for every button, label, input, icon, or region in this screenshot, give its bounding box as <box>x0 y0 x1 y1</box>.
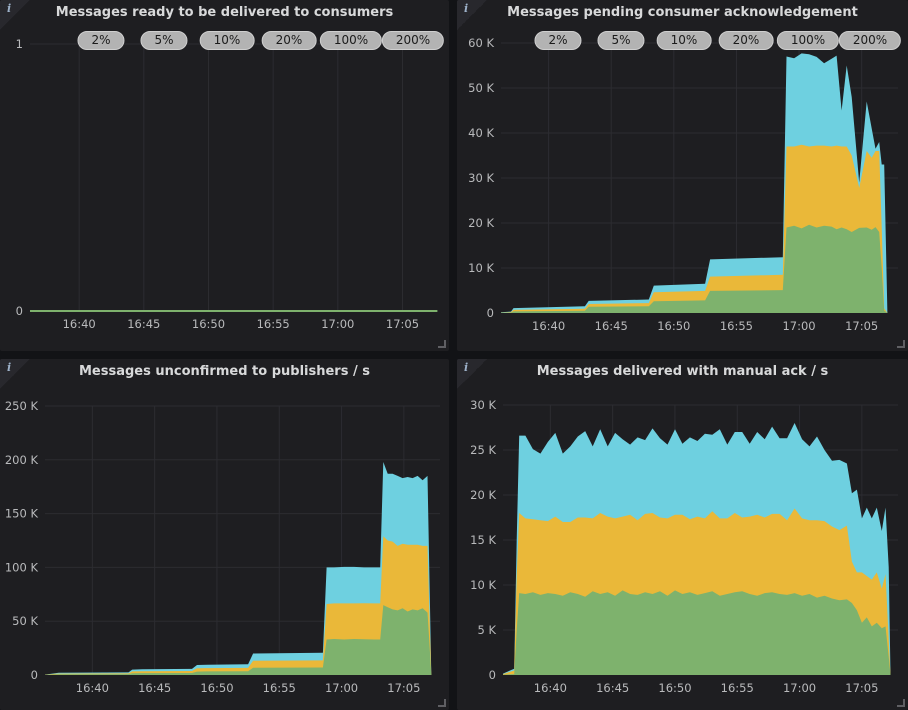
x-tick-label: 17:00 <box>782 319 815 333</box>
annotation-badge-200%[interactable]: 200% <box>382 31 444 50</box>
x-tick-label: 16:50 <box>192 317 225 331</box>
y-tick-label: 0 <box>16 304 23 318</box>
x-tick-label: 16:55 <box>257 317 290 331</box>
panel-resize-handle[interactable] <box>897 699 905 707</box>
annotation-badge-20%[interactable]: 20% <box>262 31 317 50</box>
panel-title[interactable]: Messages pending consumer acknowledgemen… <box>457 5 908 20</box>
x-tick-label: 17:00 <box>321 317 354 331</box>
panel-title[interactable]: Messages ready to be delivered to consum… <box>0 5 449 20</box>
info-icon: i <box>7 361 11 374</box>
y-tick-label: 10 K <box>470 578 496 592</box>
chart-pending-ack[interactable]: 16:40 16:45 16:50 16:55 17:00 17:05 0 10 K 20 K 3… <box>457 0 908 351</box>
annotation-badge-2%[interactable]: 2% <box>77 31 124 50</box>
annotation-badge-100%[interactable]: 100% <box>777 31 839 50</box>
annotation-badge-2%[interactable]: 2% <box>534 31 581 50</box>
panel-pending-ack: i Messages pending consumer acknowledgem… <box>457 0 908 351</box>
x-tick-label: 17:05 <box>845 319 878 333</box>
y-tick-label: 250 K <box>5 399 39 413</box>
annotation-badge-5%[interactable]: 5% <box>597 31 644 50</box>
info-icon: i <box>464 2 468 15</box>
x-tick-label: 17:05 <box>386 317 419 331</box>
panel-title[interactable]: Messages delivered with manual ack / s <box>457 364 908 379</box>
x-tick-label: 17:05 <box>845 681 878 695</box>
annotation-badges: 2% 5% 10% 20%100%200% <box>457 31 908 51</box>
y-tick-label: 100 K <box>5 560 39 574</box>
grafana-dashboard: i Messages ready to be delivered to cons… <box>0 0 908 710</box>
chart-unconfirmed-publishers[interactable]: 16:40 16:45 16:50 16:55 17:00 17:05 0 50 K 100 K… <box>0 359 449 710</box>
x-tick-label: 16:40 <box>63 317 96 331</box>
x-tick-label: 16:50 <box>658 681 691 695</box>
annotation-badge-10%[interactable]: 10% <box>657 31 712 50</box>
chart-delivered-manual-ack[interactable]: 16:40 16:45 16:50 16:55 17:00 17:05 0 5 K 10 K 15… <box>457 359 908 710</box>
panel-delivered-manual-ack: i Messages delivered with manual ack / s… <box>457 359 908 710</box>
annotation-badge-200%[interactable]: 200% <box>839 31 901 50</box>
y-tick-label: 0 <box>489 668 496 682</box>
y-tick-label: 50 K <box>12 614 38 628</box>
y-tick-label: 25 K <box>470 443 496 457</box>
y-tick-label: 200 K <box>5 453 39 467</box>
panel-info-corner[interactable]: i <box>0 0 30 30</box>
annotation-badge-100%[interactable]: 100% <box>320 31 382 50</box>
panel-info-corner[interactable]: i <box>457 359 487 389</box>
x-tick-label: 16:55 <box>720 319 753 333</box>
panel-ready-messages: i Messages ready to be delivered to cons… <box>0 0 449 351</box>
panel-resize-handle[interactable] <box>438 699 446 707</box>
panel-title[interactable]: Messages unconfirmed to publishers / s <box>0 364 449 379</box>
x-tick-label: 16:55 <box>263 681 296 695</box>
x-tick-label: 16:45 <box>127 317 160 331</box>
y-tick-label: 5 K <box>477 623 496 637</box>
x-tick-label: 17:00 <box>325 681 358 695</box>
y-tick-label: 150 K <box>5 507 39 521</box>
y-tick-label: 20 K <box>470 488 496 502</box>
x-tick-label: 17:05 <box>387 681 420 695</box>
annotation-badge-5%[interactable]: 5% <box>140 31 187 50</box>
x-tick-label: 17:00 <box>783 681 816 695</box>
x-tick-label: 16:45 <box>596 681 629 695</box>
annotation-badges: 2% 5% 10% 20%100%200% <box>0 31 449 51</box>
x-tick-label: 16:50 <box>657 319 690 333</box>
x-tick-label: 16:50 <box>200 681 233 695</box>
y-tick-label: 30 K <box>468 171 494 185</box>
y-tick-label: 15 K <box>470 533 496 547</box>
x-tick-label: 16:40 <box>534 681 567 695</box>
y-tick-label: 0 <box>487 306 494 320</box>
annotation-badge-10%[interactable]: 10% <box>200 31 255 50</box>
panel-resize-handle[interactable] <box>438 340 446 348</box>
x-tick-label: 16:45 <box>595 319 628 333</box>
y-tick-label: 40 K <box>468 126 494 140</box>
panel-resize-handle[interactable] <box>897 340 905 348</box>
info-icon: i <box>464 361 468 374</box>
y-tick-label: 0 <box>31 668 38 682</box>
x-tick-label: 16:40 <box>532 319 565 333</box>
panel-unconfirmed-publishers: i Messages unconfirmed to publishers / s… <box>0 359 449 710</box>
panel-info-corner[interactable]: i <box>457 0 487 30</box>
y-tick-label: 20 K <box>468 216 494 230</box>
y-tick-label: 50 K <box>468 81 494 95</box>
x-tick-label: 16:55 <box>721 681 754 695</box>
info-icon: i <box>7 2 11 15</box>
y-tick-label: 30 K <box>470 398 496 412</box>
x-tick-label: 16:40 <box>76 681 109 695</box>
chart-ready-messages[interactable]: 16:4016:4516:5016:5517:0017:0501 <box>0 0 449 351</box>
y-tick-label: 10 K <box>468 261 494 275</box>
x-tick-label: 16:45 <box>138 681 171 695</box>
area-series-green <box>503 590 891 675</box>
panel-info-corner[interactable]: i <box>0 359 30 389</box>
annotation-badge-20%[interactable]: 20% <box>719 31 774 50</box>
